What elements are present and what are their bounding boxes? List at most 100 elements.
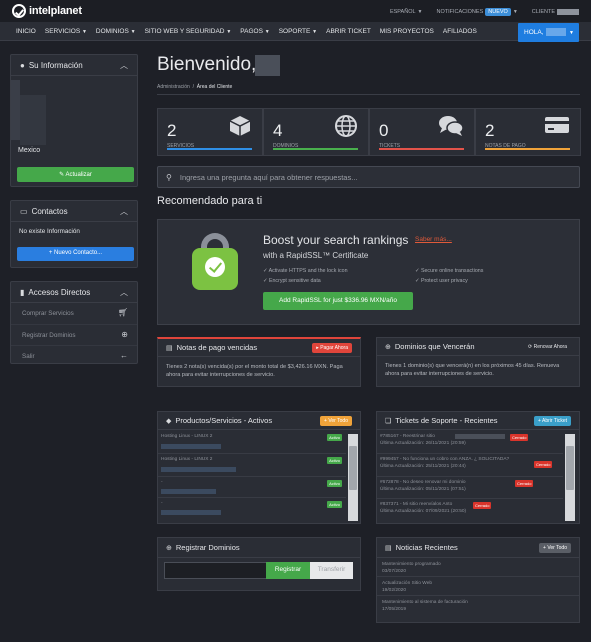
user-menu-button[interactable]: HOLA, ▼ [518, 23, 579, 42]
nav-abrir-ticket[interactable]: ABRIR TICKET [326, 28, 371, 35]
add-rapidssl-button[interactable]: Add RapidSSL for just $336.96 MXN/año [263, 292, 413, 310]
status-badge: Activo [327, 434, 342, 441]
news-item[interactable]: Actualización Sitio Web 19/02/2020 [377, 577, 579, 596]
scrollbar[interactable] [348, 434, 358, 521]
stat-count: 2 [167, 121, 177, 140]
info-panel-header[interactable]: ● Su Información ︿ [11, 55, 137, 76]
redacted [455, 434, 505, 439]
chevron-up-icon[interactable]: ︿ [120, 60, 128, 71]
pencil-icon: ✎ [59, 172, 65, 178]
contacts-panel: ▭ Contactos ︿ No existe Información + Nu… [10, 200, 138, 268]
globe-icon [334, 114, 358, 144]
cube-icon: ◆ [166, 417, 172, 425]
ticket-row[interactable]: #785167 - Reestrinar sitio Última Actual… [377, 431, 563, 454]
nav-sitio-web[interactable]: SITIO WEB Y SEGURIDAD ▼ [145, 28, 232, 35]
open-ticket-button[interactable]: + Abrir Ticket [533, 416, 571, 426]
promo-feature: ✓ Secure online transactions [415, 268, 484, 274]
shortcuts-panel-header[interactable]: ▮ Accesos Directos ︿ [11, 282, 137, 303]
news-item[interactable]: Mantenimiento programado 03/07/2020 [377, 558, 579, 577]
product-row[interactable]: Hosting Linux - LINUX 2 Activo [158, 454, 346, 477]
domain-search-input[interactable] [164, 562, 267, 579]
box-icon [228, 114, 252, 144]
contacts-empty-text: No existe Información [19, 228, 80, 235]
shortcut-registrar-dominios[interactable]: Registrar Dominios ⊕ [11, 324, 137, 345]
nav-servicios[interactable]: SERVICIOS ▼ [45, 28, 87, 35]
address-redacted [11, 80, 20, 140]
comments-icon [438, 114, 464, 144]
view-all-news-button[interactable]: + Ver Todo [539, 543, 571, 553]
news-item[interactable]: Mantenimiento al sistema de facturación … [377, 596, 579, 615]
view-all-products-button[interactable]: + Ver Todo [320, 416, 352, 426]
caret-down-icon: ▼ [512, 9, 518, 15]
new-contact-button[interactable]: + Nuevo Contacto... [17, 247, 134, 261]
main-nav: INICIO SERVICIOS ▼ DOMINIOS ▼ SITIO WEB … [0, 22, 591, 42]
ticket-row[interactable]: #999457 - No funciona un cobro con ANZA.… [377, 454, 563, 477]
nav-pagos[interactable]: PAGOS ▼ [240, 28, 269, 35]
credit-card-icon [544, 114, 570, 142]
domain-redacted [161, 444, 221, 449]
logo[interactable]: intelplanet [12, 4, 82, 18]
notifications-badge: NUEVO [485, 8, 511, 16]
caret-down-icon: ▼ [226, 29, 232, 35]
recent-news-header: ▤ Noticias Recientes + Ver Todo [377, 538, 579, 558]
register-domains-header: ⊕ Registrar Dominios [158, 538, 360, 558]
nav-mis-proyectos[interactable]: MIS PROYECTOS [380, 28, 434, 35]
stat-bar [167, 148, 252, 150]
stat-count: 0 [379, 121, 389, 140]
nav-afiliados[interactable]: AFILIADOS [443, 28, 477, 35]
nav-inicio[interactable]: INICIO [16, 28, 36, 35]
register-button[interactable]: Registrar [266, 562, 310, 579]
chevron-up-icon[interactable]: ︿ [120, 206, 128, 217]
stat-tickets[interactable]: 0 TICKETS [369, 108, 475, 156]
pay-now-button[interactable]: ▸ Pagar Ahora [312, 343, 352, 353]
recommended-heading: Recomendado para ti [157, 195, 263, 207]
transfer-button[interactable]: Transferir [310, 562, 353, 579]
caret-down-icon: ▼ [569, 30, 574, 36]
product-row[interactable]: Hosting Linux - LINUX 2 Activo [158, 431, 346, 454]
language-selector[interactable]: ESPAÑOL ▼ [390, 9, 423, 15]
caret-down-icon: ▼ [81, 29, 87, 35]
product-row[interactable]: - Activo [158, 498, 346, 519]
product-row[interactable]: - Activo [158, 477, 346, 498]
update-button[interactable]: ✎ Actualizar [17, 167, 134, 182]
overdue-invoices-panel: ▤ Notas de pago vencidas ▸ Pagar Ahora T… [157, 337, 361, 387]
status-badge: Activo [327, 501, 342, 508]
scrollbar-thumb[interactable] [349, 446, 357, 490]
contacts-panel-header[interactable]: ▭ Contactos ︿ [11, 201, 137, 222]
ticket-row[interactable]: #837371 - Mi sitio reenvíalos Anto Últim… [377, 499, 563, 521]
shortcut-salir[interactable]: Salir ← [11, 345, 137, 366]
stat-servicios[interactable]: 2 SERVICIOS [157, 108, 263, 156]
nav-dominios[interactable]: DOMINIOS ▼ [96, 28, 136, 35]
file-icon: ▤ [166, 344, 173, 352]
page-title: Bienvenido, [157, 54, 257, 75]
check-icon: ✓ [415, 278, 420, 284]
stat-dominios[interactable]: 4 DOMINIOS [263, 108, 369, 156]
breadcrumb-home[interactable]: Administración [157, 84, 190, 90]
arrow-left-icon: ← [120, 351, 128, 360]
client-menu[interactable]: CLIENTE [532, 9, 555, 15]
promo-more-link[interactable]: Saber más... [415, 236, 452, 243]
status-badge: Cerrado [473, 502, 492, 509]
search-icon: ⚲ [166, 172, 172, 182]
check-icon: ✓ [415, 268, 420, 274]
status-badge: Cerrado [515, 480, 534, 487]
shortcuts-panel: ▮ Accesos Directos ︿ Comprar Servicios 🛒… [10, 281, 138, 364]
knowledgebase-search-input[interactable]: ⚲ Ingresa una pregunta aquí para obtener… [157, 166, 580, 188]
user-name-redacted [546, 28, 566, 36]
nav-soporte[interactable]: SOPORTE ▼ [279, 28, 317, 35]
promo-banner: Boost your search rankings Saber más... … [157, 219, 580, 325]
scrollbar-thumb[interactable] [566, 446, 574, 490]
notifications-menu[interactable]: NOTIFICACIONES [436, 9, 483, 15]
shortcut-comprar-servicios[interactable]: Comprar Servicios 🛒︎ [11, 303, 137, 324]
ticket-row[interactable]: #672878 - No deseo renovar mi dominio Úl… [377, 477, 563, 499]
chevron-up-icon[interactable]: ︿ [120, 287, 128, 298]
globe-icon: ⊕ [121, 330, 128, 339]
logo-icon [12, 4, 26, 18]
renew-now-button[interactable]: ⟳ Renovar Ahora [524, 342, 571, 352]
stat-notas-de-pago[interactable]: 2 NOTAS DE PAGO [475, 108, 581, 156]
active-products-header: ◆ Productos/Servicios - Activos + Ver To… [158, 412, 360, 430]
check-icon: ✓ [263, 278, 268, 284]
stat-bar [379, 148, 464, 150]
expiring-domains-header: ⊕ Dominios que Vencerán ⟳ Renovar Ahora [377, 338, 579, 356]
scrollbar[interactable] [565, 434, 575, 521]
